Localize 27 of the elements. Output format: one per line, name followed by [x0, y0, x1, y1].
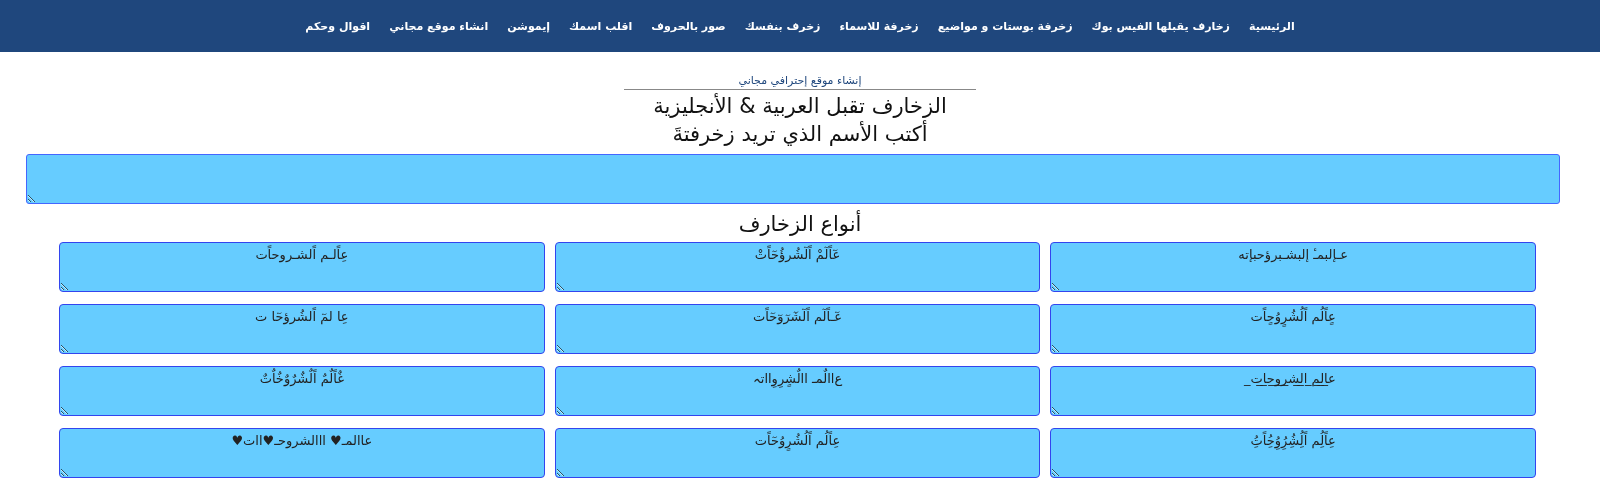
decorated-name-field[interactable]: غٌاًلٌمٌ اًلٌشٌرٌوٌخٌاٌتٌ — [59, 366, 545, 416]
name-input[interactable] — [26, 154, 1560, 204]
decorated-name-field[interactable]: عٓـاًلٓم اًلٓشٓرٓوٓحٓاًت — [554, 304, 1041, 354]
nav-link[interactable]: زخارف يقبلها الفيس بوك — [1091, 19, 1230, 33]
section-title: أنواع الزخارف — [737, 212, 863, 236]
decorated-name-field[interactable]: عِاًلُم اًلُشُرٍوُحٓاًت — [554, 428, 1041, 478]
decorated-name-field[interactable]: ع̲ا̲ل̲م̲ ا̲ل̲ش̲ر̲و̲ح̲ا̲ت̲ — [1050, 366, 1536, 416]
page-title: الزخارف تقبل العربية & الأنجليزية — [653, 92, 947, 120]
decorated-name-field[interactable]: عٓاًلٓمْ اًلٓشُرؤُحٓاًتْ — [554, 242, 1041, 292]
nav-link[interactable]: إيموشن — [507, 19, 551, 33]
nav-link[interactable]: زخرفة بوستات و مواضيع — [937, 19, 1073, 33]
nav-link[interactable]: اقلب اسمك — [569, 19, 633, 33]
nav-link[interactable]: زخرفة للاسماء — [839, 19, 919, 33]
nav-link[interactable]: صور بالحروف — [651, 19, 726, 33]
decorated-name-field[interactable]: عاالمـ♥ ااالشروحـ♥اات♥ — [59, 428, 545, 478]
nav-link[interactable]: انشاء موقع مجاني — [389, 19, 489, 33]
promo-link[interactable]: إنشاء موقع إحترافي مجاني — [738, 74, 862, 89]
decorated-name-field[interactable]: عٍاًلُم اًلُشُرٍوُحٍاًت — [1050, 304, 1536, 354]
nav-link[interactable]: اقوال وحكم — [305, 19, 371, 33]
decorated-name-field[interactable]: عـإلبمـٔ إلبشـبرؤحبإته — [1050, 242, 1536, 292]
decorated-name-field[interactable]: عِاًلُِم اًلُِشُِرُِوُِحُِاًتُِ — [1050, 428, 1536, 478]
decorated-name-field[interactable]: ﻉاالٌمـ االٌشٍرِوِااتہ — [554, 366, 1041, 416]
decorated-name-field[interactable]: عِا لمٓ اًلشُرؤحٓا ت — [59, 304, 545, 354]
nav-link[interactable]: زخرف بنفسك — [744, 19, 821, 33]
decorated-name-field[interactable]: عِاًلـم اًلشـروحاًت — [59, 242, 545, 292]
page-subtitle: أكتب الأسم الذي تريد زخرفتةَ — [672, 120, 928, 148]
nav-link[interactable]: الرئيسية — [1248, 19, 1295, 33]
